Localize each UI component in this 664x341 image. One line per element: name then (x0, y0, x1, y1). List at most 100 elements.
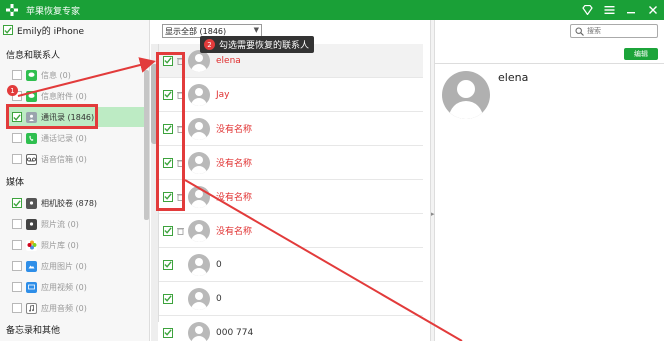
edit-button[interactable]: 编辑 (624, 48, 658, 60)
app-title: 苹果恢复专家 (26, 6, 81, 17)
app-photo-icon (26, 260, 37, 272)
search-box[interactable] (570, 24, 658, 38)
callout-text: 勾选需要恢复的联系人 (219, 41, 310, 51)
contact-name: 0 (216, 259, 222, 270)
voicemail-icon (26, 153, 37, 165)
list-item[interactable]: 没有名称 (159, 180, 423, 214)
sidebar-item-label: 应用音频 (0) (41, 303, 87, 313)
avatar (188, 253, 210, 276)
checkbox[interactable] (12, 282, 22, 292)
close-icon[interactable] (646, 3, 660, 17)
checkbox[interactable] (12, 70, 22, 80)
camera-icon (26, 197, 37, 209)
photostream-icon (26, 218, 37, 230)
contact-name: 没有名称 (216, 159, 253, 169)
search-icon (574, 26, 584, 36)
sidebar-item-attachments[interactable]: 信息附件 (0) (12, 86, 150, 106)
sidebar-item-app-videos[interactable]: 应用视频 (0) (12, 277, 150, 297)
callout-tooltip: 2 勾选需要恢复的联系人 (200, 36, 315, 53)
contact-list-pane: 显示全部 (1846) ▼ elena Jay 没有名称 没有名称 没有名称 没… (150, 20, 438, 341)
minimize-icon[interactable] (624, 3, 638, 17)
checkbox[interactable] (12, 154, 22, 164)
checkbox[interactable] (163, 327, 173, 338)
list-item[interactable]: 0 (159, 282, 423, 316)
checkbox[interactable] (163, 225, 173, 236)
checkbox[interactable] (12, 240, 22, 250)
highlight-box-checkboxes (156, 52, 185, 211)
step-badge-2: 2 (204, 39, 215, 50)
search-input[interactable] (587, 27, 657, 35)
avatar (188, 287, 210, 310)
sidebar-item-label: 语音信箱 (0) (41, 154, 87, 164)
sidebar-item-voicemail[interactable]: 语音信箱 (0) (12, 149, 150, 169)
sidebar-item-label: 应用图片 (0) (41, 261, 87, 271)
sidebar-item-photo-stream[interactable]: 照片流 (0) (12, 214, 150, 234)
attachment-icon (26, 90, 37, 102)
list-item[interactable]: 没有名称 (159, 112, 423, 146)
list-item[interactable]: Jay (159, 78, 423, 112)
section-title-notes-other: 备忘录和其他 (6, 326, 61, 336)
checkbox[interactable] (12, 198, 22, 208)
sidebar-scrollbar[interactable] (144, 70, 149, 220)
avatar (188, 83, 210, 106)
section-title-media: 媒体 (6, 178, 25, 188)
contact-name: 0 (216, 293, 222, 304)
sidebar-item-messages[interactable]: 信息 (0) (12, 65, 150, 85)
section-title-messages-contacts: 信息和联系人 (6, 51, 61, 61)
sidebar-item-camera-roll[interactable]: 相机胶卷 (878) (12, 193, 150, 213)
checkbox[interactable] (163, 293, 173, 304)
sidebar-item-app-photos[interactable]: 应用图片 (0) (12, 256, 150, 276)
contact-name: 没有名称 (216, 193, 253, 203)
contact-detail-pane: 编辑 elena (435, 20, 664, 341)
avatar (188, 185, 210, 208)
phone-icon (26, 132, 37, 144)
device-row[interactable]: Emily的 iPhone (0, 20, 150, 40)
avatar (188, 151, 210, 174)
sidebar-item-label: 信息 (0) (41, 70, 71, 80)
contact-name: elena (216, 55, 241, 66)
window-controls (580, 0, 660, 20)
sidebar-item-app-audio[interactable]: 应用音频 (0) (12, 298, 150, 318)
contact-name: Jay (216, 89, 230, 100)
chevron-right-icon[interactable]: ▸ (431, 210, 435, 218)
checkbox[interactable] (12, 261, 22, 271)
app-video-icon (26, 281, 37, 293)
chevron-down-icon: ▼ (253, 26, 259, 34)
highlight-box-contacts (6, 104, 98, 129)
sidebar-item-label: 应用视频 (0) (41, 282, 87, 292)
contact-name: 没有名称 (216, 227, 253, 237)
list-item[interactable]: 000 774 (159, 316, 423, 341)
checkbox[interactable] (163, 259, 173, 270)
sidebar-item-label: 照片库 (0) (41, 240, 79, 250)
filter-dropdown-value: 显示全部 (1846) (165, 26, 227, 36)
avatar (188, 219, 210, 242)
contact-name: 000 774 (216, 327, 254, 338)
message-icon (26, 69, 37, 81)
settings-icon[interactable] (602, 3, 616, 17)
sidebar-item-label: 照片流 (0) (41, 219, 79, 229)
avatar (188, 321, 210, 341)
sidebar: Emily的 iPhone 信息和联系人 信息 (0) 信息附件 (0) 通讯录… (0, 20, 150, 341)
app-logo-icon (4, 2, 20, 18)
list-item[interactable]: 没有名称 (159, 146, 423, 180)
sidebar-item-label: 相机胶卷 (878) (41, 198, 98, 208)
avatar (188, 117, 210, 140)
contact-list: elena Jay 没有名称 没有名称 没有名称 没有名称 0 0 000 77… (158, 44, 438, 341)
step-badge-1: 1 (7, 85, 18, 96)
trash-icon (176, 226, 184, 235)
contact-avatar (442, 71, 490, 119)
list-item[interactable]: 没有名称 (159, 214, 423, 248)
checkbox[interactable] (12, 303, 22, 313)
sidebar-item-call-history[interactable]: 通话记录 (0) (12, 128, 150, 148)
diamond-icon[interactable] (580, 3, 594, 17)
checkbox[interactable] (12, 133, 22, 143)
device-checkbox[interactable] (3, 25, 13, 35)
app-window: 苹果恢复专家 Emily的 iPhone 信息和联系人 信息 (0) 信息附件 … (0, 0, 664, 341)
checkbox[interactable] (12, 219, 22, 229)
sidebar-item-photo-library[interactable]: 照片库 (0) (12, 235, 150, 255)
contact-detail-name: elena (498, 71, 529, 84)
contact-name: 没有名称 (216, 125, 253, 135)
device-name: Emily的 iPhone (17, 26, 85, 37)
photos-icon (26, 239, 37, 251)
list-item[interactable]: 0 (159, 248, 423, 282)
